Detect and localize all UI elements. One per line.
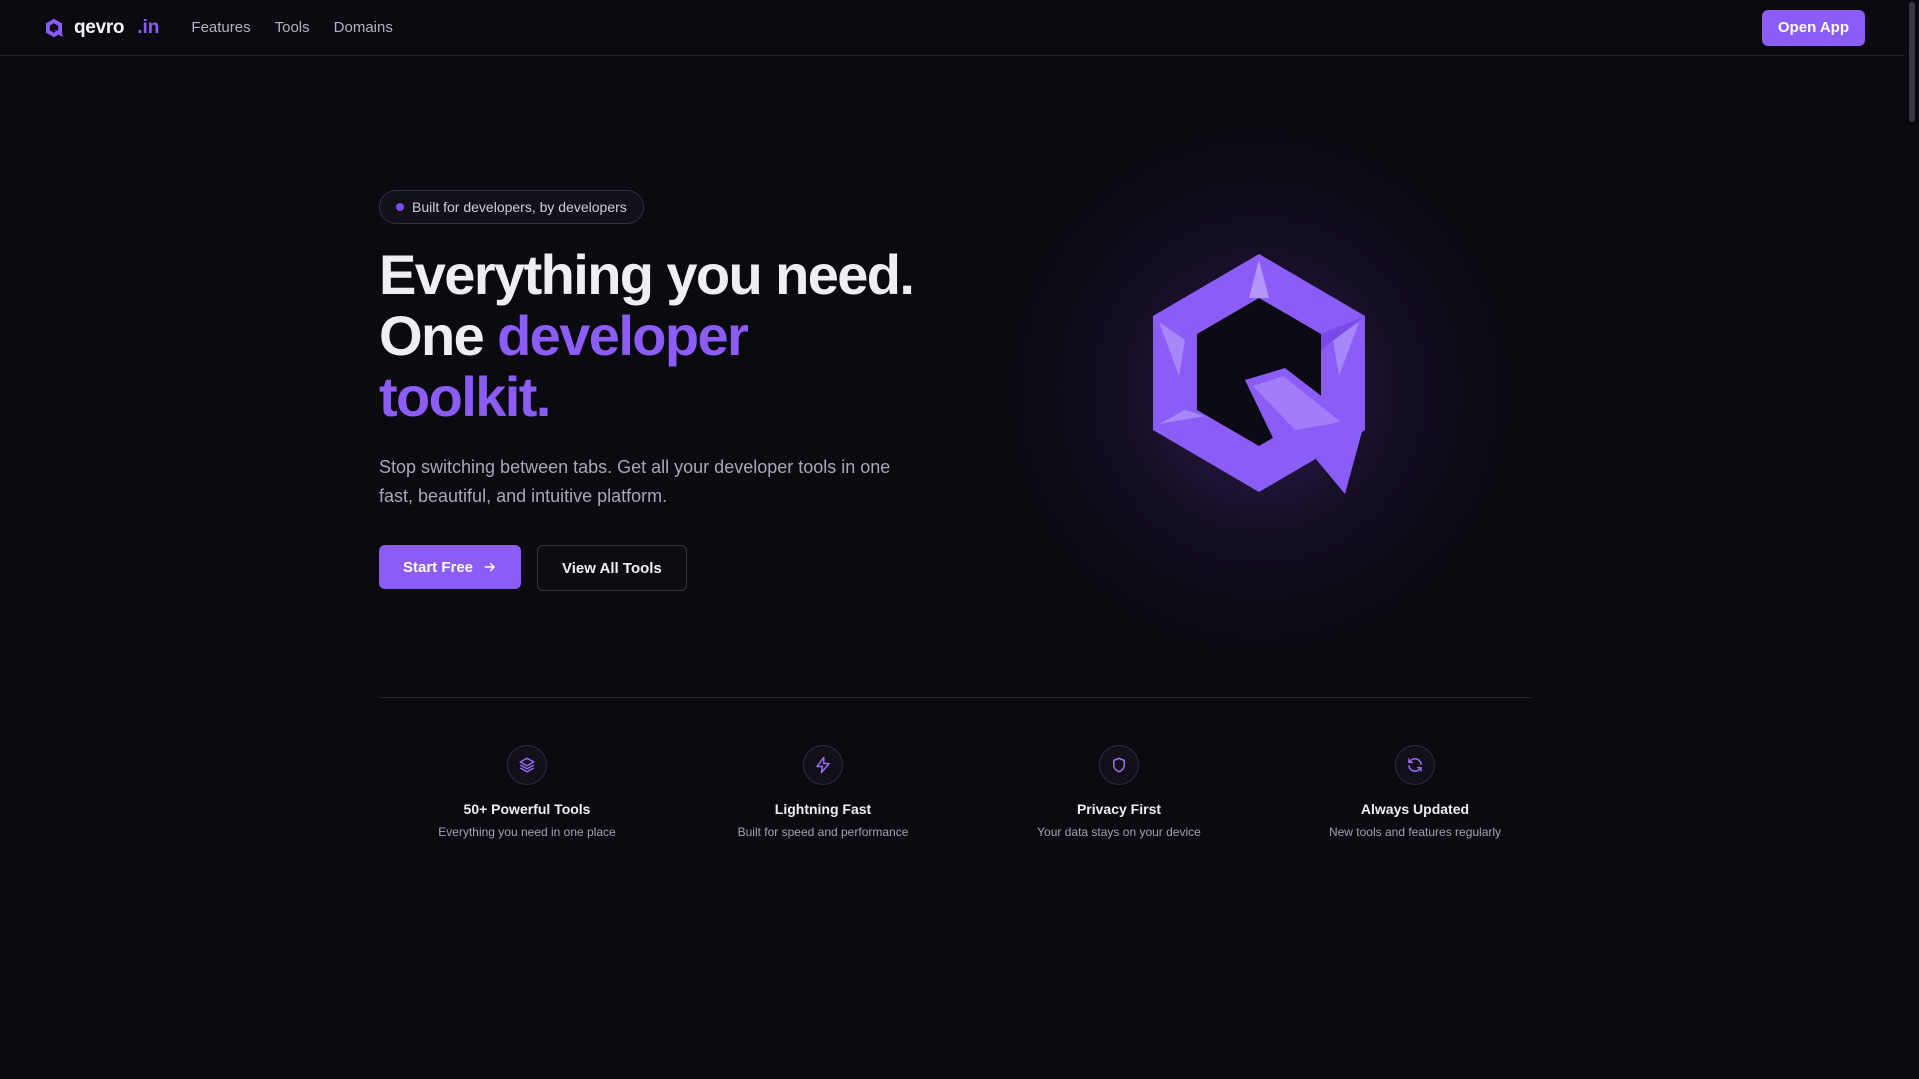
headline-line1: Everything you need. bbox=[379, 243, 915, 306]
hero-headline: Everything you need. One developer toolk… bbox=[379, 244, 999, 427]
brand-name: qevro bbox=[74, 16, 125, 38]
arrow-right-icon bbox=[484, 562, 495, 572]
start-free-button[interactable]: Start Free bbox=[379, 545, 522, 589]
feature-desc: Everything you need in one place bbox=[438, 825, 616, 839]
feature-desc: Your data stays on your device bbox=[1037, 825, 1201, 839]
feature-title: Lightning Fast bbox=[774, 801, 872, 817]
qevro-logo-icon bbox=[46, 18, 63, 37]
layers-icon bbox=[507, 745, 547, 785]
feature-speed: Lightning Fast Built for speed and perfo… bbox=[675, 745, 971, 839]
view-all-tools-button[interactable]: View All Tools bbox=[537, 545, 687, 591]
feature-title: Always Updated bbox=[1360, 801, 1470, 817]
page: qevro .in Features Tools Domains Open App… bbox=[0, 0, 1919, 1079]
badge-dot-icon bbox=[396, 203, 404, 211]
headline-line2-accent: developer bbox=[497, 304, 749, 367]
feature-desc: New tools and features regularly bbox=[1328, 825, 1502, 839]
hero-subtext: Stop switching between tabs. Get all you… bbox=[379, 457, 891, 506]
qevro-hero-logo-icon bbox=[1153, 254, 1365, 494]
feature-tools: 50+ Powerful Tools Everything you need i… bbox=[379, 745, 675, 839]
feature-desc: Built for speed and performance bbox=[737, 825, 909, 839]
badge-text: Built for developers, by developers bbox=[412, 199, 627, 215]
features-row: 50+ Powerful Tools Everything you need i… bbox=[379, 745, 1563, 839]
refresh-icon bbox=[1395, 745, 1435, 785]
headline-line2-plain: One bbox=[379, 304, 498, 367]
brand-tld: .in bbox=[137, 16, 160, 38]
nav-links: Features Tools Domains bbox=[191, 19, 392, 36]
open-app-button[interactable]: Open App bbox=[1761, 9, 1865, 46]
brand-link[interactable]: qevro .in bbox=[44, 17, 159, 39]
shield-icon bbox=[1099, 745, 1139, 785]
feature-title: 50+ Powerful Tools bbox=[463, 801, 591, 817]
features-divider bbox=[379, 697, 1531, 698]
headline-line3-accent: toolkit. bbox=[379, 365, 551, 428]
feature-title: Privacy First bbox=[1076, 801, 1162, 817]
hero-cta-row: Start Free View All Tools bbox=[379, 545, 999, 591]
lightning-icon bbox=[803, 745, 843, 785]
nav-link-features[interactable]: Features bbox=[191, 19, 250, 36]
hero-badge: Built for developers, by developers bbox=[379, 190, 644, 224]
top-nav: qevro .in Features Tools Domains Open App bbox=[0, 0, 1905, 56]
nav-link-domains[interactable]: Domains bbox=[334, 19, 393, 36]
start-free-label: Start Free bbox=[403, 558, 474, 576]
feature-updated: Always Updated New tools and features re… bbox=[1267, 745, 1563, 839]
scrollbar-thumb[interactable] bbox=[1909, 2, 1915, 122]
feature-privacy: Privacy First Your data stays on your de… bbox=[971, 745, 1267, 839]
hero-content: Built for developers, by developers Ever… bbox=[379, 190, 999, 591]
nav-link-tools[interactable]: Tools bbox=[275, 19, 310, 36]
page-scrollbar[interactable] bbox=[1905, 0, 1919, 1079]
